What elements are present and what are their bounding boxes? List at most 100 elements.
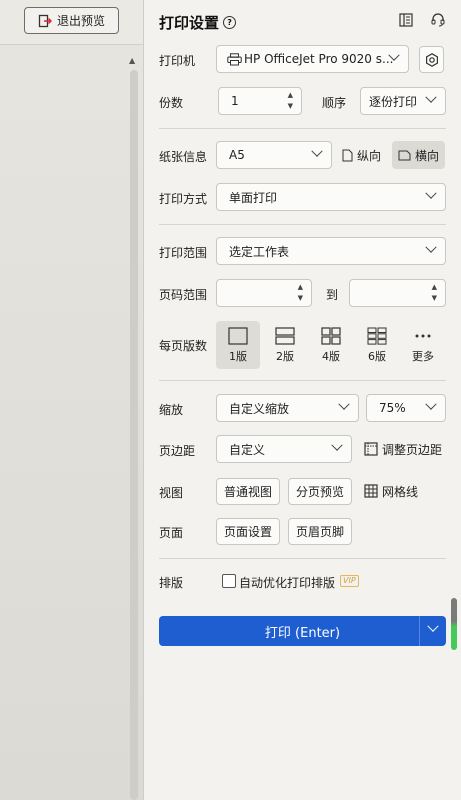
- printer-select[interactable]: HP OfficeJet Pro 9020 s...: [216, 45, 409, 73]
- print-button-label: 打印 (Enter): [264, 625, 341, 641]
- two-pages-icon: [275, 327, 295, 345]
- page-break-preview-button[interactable]: 分页预览: [288, 478, 352, 505]
- page-range-to-label: 到: [326, 288, 339, 302]
- landscape-label: 横向: [415, 148, 440, 163]
- one-page-icon: [228, 327, 248, 345]
- portrait-option[interactable]: 纵向: [342, 141, 381, 169]
- help-icon[interactable]: ?: [223, 16, 237, 29]
- printer-icon: [227, 52, 242, 65]
- chevron-down-icon: [311, 145, 323, 157]
- gridlines-toggle[interactable]: 网格线: [364, 477, 418, 505]
- copies-stepper[interactable]: 1 ▲ ▼: [218, 87, 302, 115]
- page-label: 页面: [159, 526, 184, 540]
- print-mode-label: 打印方式: [159, 192, 208, 206]
- copies-value: 1: [231, 94, 239, 108]
- scale-mode-value: 自定义缩放: [229, 401, 290, 416]
- print-range-label: 打印范围: [159, 246, 208, 260]
- header-footer-button[interactable]: 页眉页脚: [288, 518, 352, 545]
- order-select[interactable]: 逐份打印: [360, 87, 446, 115]
- stepper-arrows-icon[interactable]: ▲ ▼: [432, 282, 437, 304]
- print-options-dropdown[interactable]: [419, 616, 446, 646]
- preview-scrollbar[interactable]: [130, 70, 138, 800]
- headset-icon[interactable]: [431, 13, 445, 27]
- pages-per-sheet-1-label: 1版: [229, 350, 247, 363]
- page-setup-button[interactable]: 页面设置: [216, 518, 280, 545]
- vip-badge: VIP: [340, 575, 359, 587]
- exit-icon: [38, 14, 52, 27]
- preview-toolbar: 退出预览: [0, 0, 143, 45]
- print-mode-select[interactable]: 单面打印: [216, 183, 446, 211]
- pages-per-sheet-4-label: 4版: [322, 350, 340, 363]
- auto-optimize-checkbox[interactable]: [222, 574, 236, 588]
- gear-icon: [425, 52, 438, 67]
- more-dots-icon: [415, 334, 431, 338]
- paper-size-value: A5: [229, 148, 245, 162]
- page-range-from-input[interactable]: ▲ ▼: [216, 279, 312, 307]
- pages-per-sheet-2[interactable]: 2版: [263, 321, 307, 369]
- stepper-arrows-icon[interactable]: ▲ ▼: [288, 90, 293, 112]
- panel-header: 打印设置 ?: [159, 12, 237, 33]
- pages-per-sheet-2-label: 2版: [276, 350, 294, 363]
- divider: [159, 128, 446, 129]
- paper-size-select[interactable]: A5: [216, 141, 332, 169]
- pages-per-sheet-6-label: 6版: [368, 350, 386, 363]
- chevron-down-icon: [331, 439, 343, 451]
- scale-percent-select[interactable]: 75%: [366, 394, 446, 422]
- print-button[interactable]: 打印 (Enter): [159, 616, 446, 646]
- adjust-margins-label: 调整页边距: [382, 442, 443, 457]
- printer-value: HP OfficeJet Pro 9020 s...: [244, 52, 394, 66]
- scale-mode-select[interactable]: 自定义缩放: [216, 394, 359, 422]
- print-settings-panel: 打印设置 ? 打印机 HP OfficeJet Pro 9020 s... 份数…: [144, 0, 461, 800]
- margins-value: 自定义: [229, 442, 266, 457]
- panel-layout-icon[interactable]: [399, 13, 413, 27]
- view-label: 视图: [159, 486, 184, 500]
- page-title: 打印设置: [159, 14, 220, 32]
- scale-label: 缩放: [159, 403, 184, 417]
- order-label: 顺序: [322, 96, 347, 110]
- chevron-down-icon: [425, 398, 437, 410]
- page-range-to-input[interactable]: ▲ ▼: [349, 279, 446, 307]
- scroll-up-arrow[interactable]: ▲: [129, 56, 135, 65]
- chevron-down-icon: [338, 398, 350, 410]
- auto-optimize-label: 自动优化打印排版: [239, 576, 336, 590]
- paper-label: 纸张信息: [159, 150, 208, 164]
- printer-settings-button[interactable]: [419, 46, 444, 73]
- divider: [159, 558, 446, 559]
- portrait-label: 纵向: [357, 148, 382, 163]
- margins-label: 页边距: [159, 444, 196, 458]
- print-mode-value: 单面打印: [229, 190, 278, 205]
- page-break-preview-label: 分页预览: [295, 485, 344, 499]
- margins-select[interactable]: 自定义: [216, 435, 352, 463]
- gridlines-label: 网格线: [382, 484, 419, 499]
- print-range-select[interactable]: 选定工作表: [216, 237, 446, 265]
- chevron-down-icon: [425, 187, 437, 199]
- landscape-option[interactable]: 横向: [392, 141, 446, 169]
- pages-per-sheet-more[interactable]: 更多: [401, 321, 445, 369]
- divider: [159, 380, 446, 381]
- stepper-arrows-icon[interactable]: ▲ ▼: [298, 282, 303, 304]
- chevron-down-icon: [425, 91, 437, 103]
- pages-per-sheet-label: 每页版数: [159, 339, 208, 353]
- grid-icon: [364, 484, 378, 498]
- pages-per-sheet-4[interactable]: 4版: [309, 321, 353, 369]
- scale-percent-value: 75%: [379, 401, 406, 415]
- order-value: 逐份打印: [369, 94, 418, 109]
- normal-view-button[interactable]: 普通视图: [216, 478, 280, 505]
- four-pages-icon: [321, 327, 341, 345]
- exit-preview-button[interactable]: 退出预览: [24, 7, 119, 34]
- chevron-down-icon: [425, 241, 437, 253]
- pages-per-sheet-1[interactable]: 1版: [216, 321, 260, 369]
- landscape-page-icon: [398, 150, 411, 160]
- layout-label: 排版: [159, 576, 184, 590]
- print-range-value: 选定工作表: [229, 244, 290, 259]
- adjust-margins-button[interactable]: 调整页边距: [364, 435, 442, 463]
- panel-scrollbar[interactable]: [451, 598, 457, 650]
- pages-per-sheet-more-label: 更多: [412, 350, 434, 363]
- portrait-page-icon: [342, 149, 353, 161]
- pages-per-sheet-6[interactable]: 6版: [355, 321, 399, 369]
- normal-view-label: 普通视图: [223, 485, 272, 499]
- preview-area: 退出预览 ▲: [0, 0, 144, 800]
- page-setup-label: 页面设置: [223, 525, 272, 539]
- chevron-down-icon: [427, 620, 439, 632]
- page-range-label: 页码范围: [159, 288, 208, 302]
